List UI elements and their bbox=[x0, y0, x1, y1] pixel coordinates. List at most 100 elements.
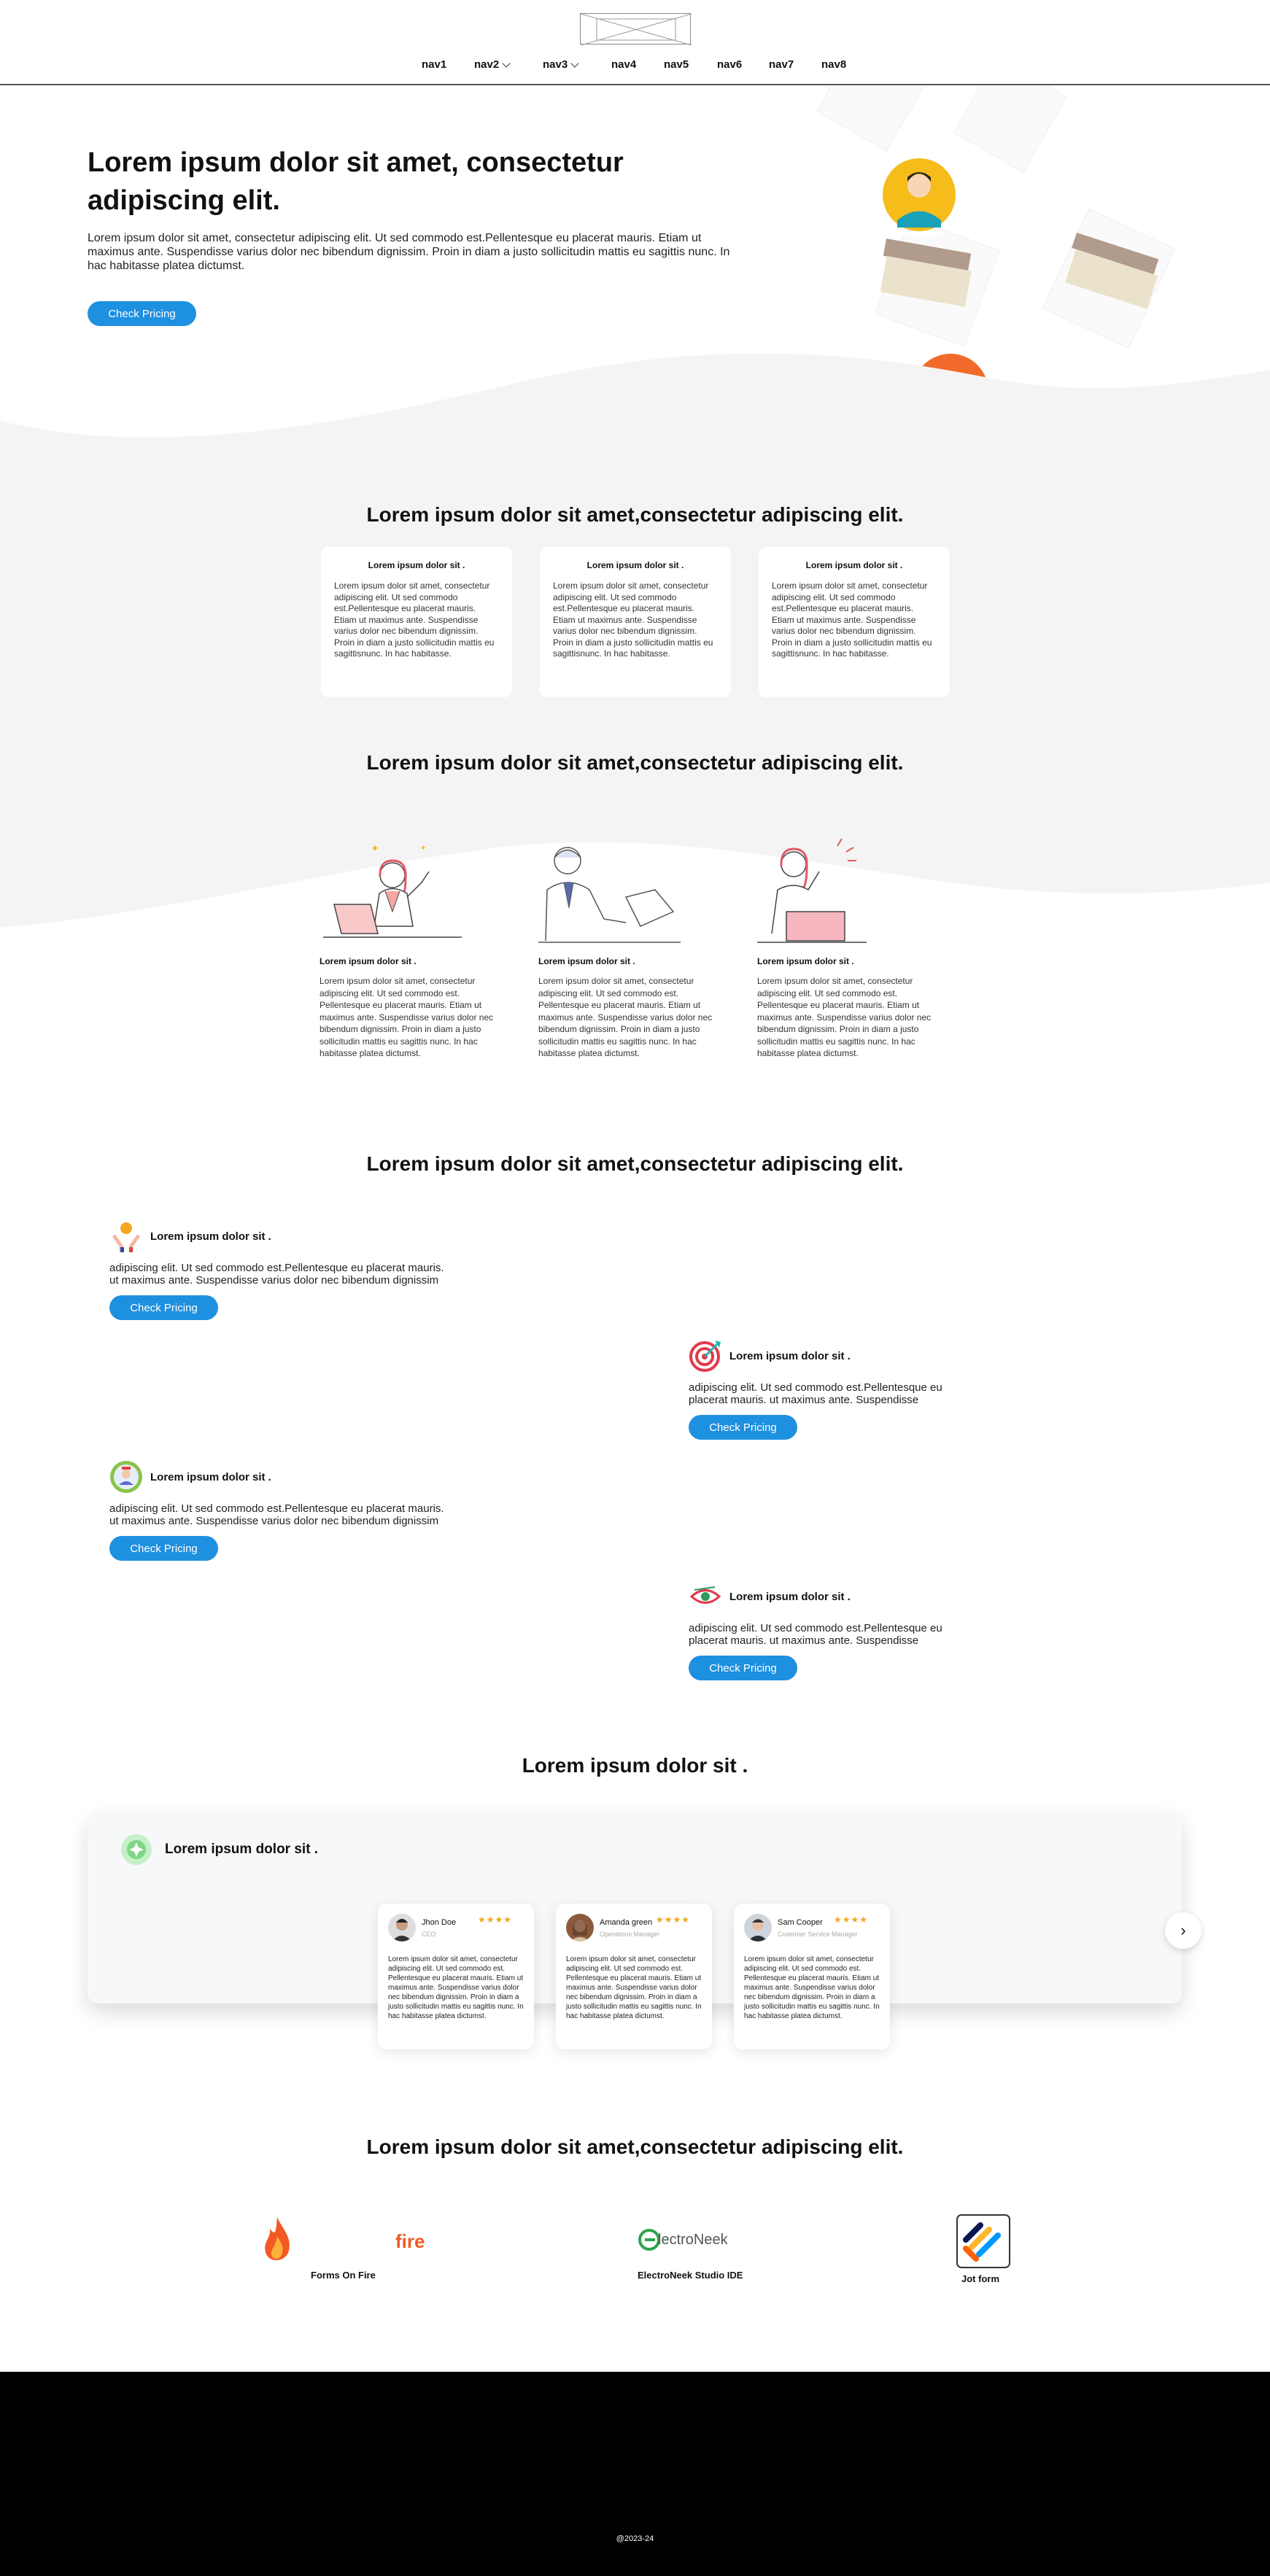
user-badge-icon bbox=[110, 1461, 142, 1493]
nav-item-3[interactable]: nav3 bbox=[543, 58, 579, 71]
feature-item: Lorem ipsum dolor sit . adipiscing elit.… bbox=[109, 1219, 445, 1320]
avatar bbox=[388, 1914, 416, 1941]
nav-item-1[interactable]: nav1 bbox=[422, 58, 446, 71]
info-card: Lorem ipsum dolor sit . Lorem ipsum dolo… bbox=[540, 547, 731, 697]
integration-forms-on-fire[interactable]: fire Forms On Fire bbox=[261, 2210, 436, 2283]
feature-item: Lorem ipsum dolor sit . adipiscing elit.… bbox=[109, 1460, 445, 1561]
nav-label: nav6 bbox=[717, 58, 743, 71]
nav-label: nav8 bbox=[821, 58, 847, 71]
testimonials-title: Lorem ipsum dolor sit . bbox=[522, 1754, 748, 1777]
site-header: nav1 nav2 nav3 nav4 nav5 nav6 nav7 nav8 bbox=[0, 0, 1270, 85]
section2-title: Lorem ipsum dolor sit amet,consectetur a… bbox=[366, 751, 904, 774]
sparkle-badge-icon bbox=[121, 1834, 152, 1865]
integration-electroneek[interactable]: lectroNeek ElectroNeek Studio IDE bbox=[638, 2228, 783, 2286]
illustration-text: Lorem ipsum dolor sit amet, consectetur … bbox=[320, 976, 494, 1058]
eye-icon bbox=[689, 1586, 721, 1604]
illustration-text: Lorem ipsum dolor sit amet, consectetur … bbox=[538, 976, 713, 1058]
feature-item: Lorem ipsum dolor sit . adipiscing elit.… bbox=[689, 1339, 951, 1440]
carousel-next-button[interactable]: › bbox=[1165, 1912, 1201, 1949]
testimonial-card: Amanda green Operations Manager ★★★★ Lor… bbox=[556, 1904, 712, 2049]
check-pricing-button[interactable]: Check Pricing bbox=[689, 1656, 797, 1680]
nav-item-2[interactable]: nav2 bbox=[474, 58, 511, 71]
testimonial-text: Lorem ipsum dolor sit amet, consectetur … bbox=[744, 1955, 880, 2020]
feature-title: Lorem ipsum dolor sit . bbox=[729, 1349, 851, 1362]
nav-item-8[interactable]: nav8 bbox=[821, 58, 846, 71]
hands-award-icon bbox=[112, 1222, 141, 1252]
star-rating: ★★★★ bbox=[655, 1914, 690, 1925]
check-pricing-button[interactable]: Check Pricing bbox=[109, 1536, 218, 1561]
testimonials-panel-header: Lorem ipsum dolor sit . bbox=[120, 1833, 318, 1866]
card-text: Lorem ipsum dolor sit amet, consectetur … bbox=[553, 581, 713, 659]
reviewer-name: Amanda green bbox=[600, 1918, 653, 1927]
hero-wave bbox=[0, 353, 1270, 479]
feature-header: Lorem ipsum dolor sit . bbox=[109, 1460, 445, 1494]
nav-item-7[interactable]: nav7 bbox=[769, 58, 794, 71]
woman-idea-illustration bbox=[757, 838, 867, 943]
site-footer: @2023-24 bbox=[0, 2372, 1270, 2576]
feature-item: Lorem ipsum dolor sit . adipiscing elit.… bbox=[689, 1580, 951, 1680]
nav-label: nav5 bbox=[664, 58, 689, 71]
integration-name: ElectroNeek Studio IDE bbox=[638, 2270, 743, 2281]
svg-text:✦: ✦ bbox=[420, 845, 426, 853]
hero-section: Lorem ipsum dolor sit amet, consectetur … bbox=[0, 85, 1270, 479]
integration-name: Jot form bbox=[961, 2273, 999, 2284]
section3-title: Lorem ipsum dolor sit amet,consectetur a… bbox=[366, 1152, 904, 1175]
copyright-text: @2023-24 bbox=[616, 2534, 654, 2543]
placeholder-image-icon bbox=[580, 13, 692, 46]
illustration-title: Lorem ipsum dolor sit . bbox=[757, 956, 854, 966]
integration-name: Forms On Fire bbox=[311, 2270, 376, 2281]
feature-title: Lorem ipsum dolor sit . bbox=[150, 1470, 271, 1483]
testimonial-text: Lorem ipsum dolor sit amet, consectetur … bbox=[388, 1955, 524, 2020]
nav-item-5[interactable]: nav5 bbox=[664, 58, 689, 71]
reviewer-name: Jhon Doe bbox=[422, 1918, 457, 1927]
card-text: Lorem ipsum dolor sit amet, consectetur … bbox=[772, 581, 932, 659]
feature-title: Lorem ipsum dolor sit . bbox=[150, 1230, 271, 1243]
reviewer-role: Customer Service Manager bbox=[778, 1931, 858, 1938]
avatar bbox=[744, 1914, 772, 1941]
electroneek-logo-text: lectroNeek bbox=[658, 2232, 728, 2248]
chevron-right-icon: › bbox=[1180, 1921, 1186, 1939]
star-rating: ★★★★ bbox=[477, 1914, 512, 1925]
reviewer-role: Operations Manager bbox=[600, 1931, 660, 1938]
card-text: Lorem ipsum dolor sit amet, consectetur … bbox=[334, 581, 495, 659]
nav-item-6[interactable]: nav6 bbox=[717, 58, 742, 71]
feature-text: adipiscing elit. Ut sed commodo est.Pell… bbox=[689, 1381, 942, 1406]
card-title: Lorem ipsum dolor sit . bbox=[586, 560, 684, 570]
feature-header: Lorem ipsum dolor sit . bbox=[689, 1339, 951, 1373]
illustration-item: Lorem ipsum dolor sit . Lorem ipsum dolo… bbox=[538, 839, 721, 1060]
feature-header: Lorem ipsum dolor sit . bbox=[689, 1580, 951, 1613]
nav-label: nav1 bbox=[422, 58, 447, 71]
info-card: Lorem ipsum dolor sit . Lorem ipsum dolo… bbox=[321, 547, 512, 697]
feature-text: adipiscing elit. Ut sed commodo est.Pell… bbox=[109, 1262, 444, 1287]
testimonials-panel-title: Lorem ipsum dolor sit . bbox=[165, 1842, 319, 1857]
hero-text: Lorem ipsum dolor sit amet, consectetur … bbox=[88, 232, 730, 272]
illustration-item: ✦ ✦ Lorem ipsum dolor sit . Lorem ipsum … bbox=[320, 839, 502, 1060]
hero-title: Lorem ipsum dolor sit amet, consectetur … bbox=[88, 147, 624, 216]
svg-text:✦: ✦ bbox=[371, 842, 379, 854]
feature-text: adipiscing elit. Ut sed commodo est.Pell… bbox=[689, 1622, 942, 1647]
illustration-title: Lorem ipsum dolor sit . bbox=[320, 956, 417, 966]
woman-laptop-illustration: ✦ ✦ bbox=[323, 842, 462, 938]
star-rating: ★★★★ bbox=[833, 1914, 868, 1925]
nav-item-4[interactable]: nav4 bbox=[611, 58, 636, 71]
card-title: Lorem ipsum dolor sit . bbox=[805, 560, 903, 570]
flame-icon bbox=[265, 2217, 290, 2261]
testimonial-card: Jhon Doe CEO ★★★★ Lorem ipsum dolor sit … bbox=[378, 1904, 534, 2049]
check-pricing-button[interactable]: Check Pricing bbox=[689, 1415, 797, 1440]
feature-title: Lorem ipsum dolor sit . bbox=[729, 1590, 851, 1603]
integration-jotform[interactable]: Jot form bbox=[956, 2214, 1014, 2286]
check-pricing-button[interactable]: Check Pricing bbox=[88, 301, 196, 326]
section1-title: Lorem ipsum dolor sit amet,consectetur a… bbox=[366, 503, 904, 526]
nav-label: nav4 bbox=[611, 58, 637, 71]
feature-header: Lorem ipsum dolor sit . bbox=[109, 1219, 445, 1253]
reviewer-role: CEO bbox=[422, 1931, 436, 1938]
illustration-text: Lorem ipsum dolor sit amet, consectetur … bbox=[757, 976, 932, 1058]
illustration-item: Lorem ipsum dolor sit . Lorem ipsum dolo… bbox=[757, 838, 940, 1060]
man-laptop-illustration bbox=[538, 847, 681, 943]
info-card: Lorem ipsum dolor sit . Lorem ipsum dolo… bbox=[759, 547, 950, 697]
chevron-down-icon bbox=[502, 58, 511, 68]
nav-label: nav3 bbox=[543, 58, 568, 71]
check-pricing-button[interactable]: Check Pricing bbox=[109, 1295, 218, 1320]
logo-placeholder[interactable] bbox=[580, 13, 692, 46]
nav-label: nav2 bbox=[474, 58, 500, 71]
